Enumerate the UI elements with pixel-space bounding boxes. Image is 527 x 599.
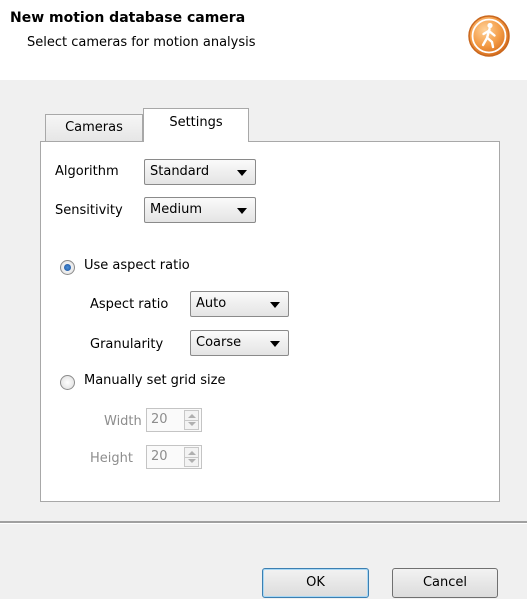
sensitivity-label: Sensitivity bbox=[55, 203, 123, 218]
use-aspect-ratio-label: Use aspect ratio bbox=[84, 258, 190, 273]
algorithm-dropdown[interactable]: Standard bbox=[144, 159, 256, 185]
granularity-value: Coarse bbox=[196, 335, 242, 350]
tab-settings[interactable]: Settings bbox=[143, 108, 249, 142]
settings-panel bbox=[40, 141, 500, 502]
tab-cameras[interactable]: Cameras bbox=[45, 114, 143, 141]
dialog-title: New motion database camera bbox=[10, 10, 246, 26]
manual-grid-label: Manually set grid size bbox=[84, 373, 226, 388]
ok-button[interactable]: OK bbox=[262, 568, 369, 598]
algorithm-value: Standard bbox=[150, 164, 210, 179]
height-value: 20 bbox=[151, 449, 168, 464]
sensitivity-dropdown[interactable]: Medium bbox=[144, 197, 256, 223]
use-aspect-ratio-radio[interactable] bbox=[60, 260, 75, 275]
aspect-ratio-value: Auto bbox=[196, 296, 227, 311]
width-label: Width bbox=[104, 414, 142, 429]
spin-arrows-icon[interactable] bbox=[184, 447, 199, 467]
manual-grid-radio[interactable] bbox=[60, 375, 75, 390]
height-label: Height bbox=[90, 451, 133, 466]
sensitivity-value: Medium bbox=[150, 202, 202, 217]
aspect-ratio-dropdown[interactable]: Auto bbox=[190, 291, 289, 317]
cancel-button[interactable]: Cancel bbox=[392, 568, 498, 598]
algorithm-label: Algorithm bbox=[55, 164, 119, 179]
chevron-down-icon bbox=[270, 341, 280, 347]
dialog-subtitle: Select cameras for motion analysis bbox=[27, 35, 256, 50]
width-value: 20 bbox=[151, 412, 168, 427]
dialog-window: New motion database camera Select camera… bbox=[0, 0, 527, 599]
granularity-dropdown[interactable]: Coarse bbox=[190, 330, 289, 356]
height-spinbox[interactable]: 20 bbox=[146, 445, 202, 469]
walking-person-icon bbox=[468, 15, 510, 57]
chevron-down-icon bbox=[237, 170, 247, 176]
spin-arrows-icon[interactable] bbox=[184, 410, 199, 430]
granularity-label: Granularity bbox=[90, 337, 164, 352]
dialog-header: New motion database camera Select camera… bbox=[0, 0, 527, 81]
aspect-ratio-label: Aspect ratio bbox=[90, 297, 169, 312]
width-spinbox[interactable]: 20 bbox=[146, 408, 202, 432]
chevron-down-icon bbox=[270, 302, 280, 308]
chevron-down-icon bbox=[237, 208, 247, 214]
